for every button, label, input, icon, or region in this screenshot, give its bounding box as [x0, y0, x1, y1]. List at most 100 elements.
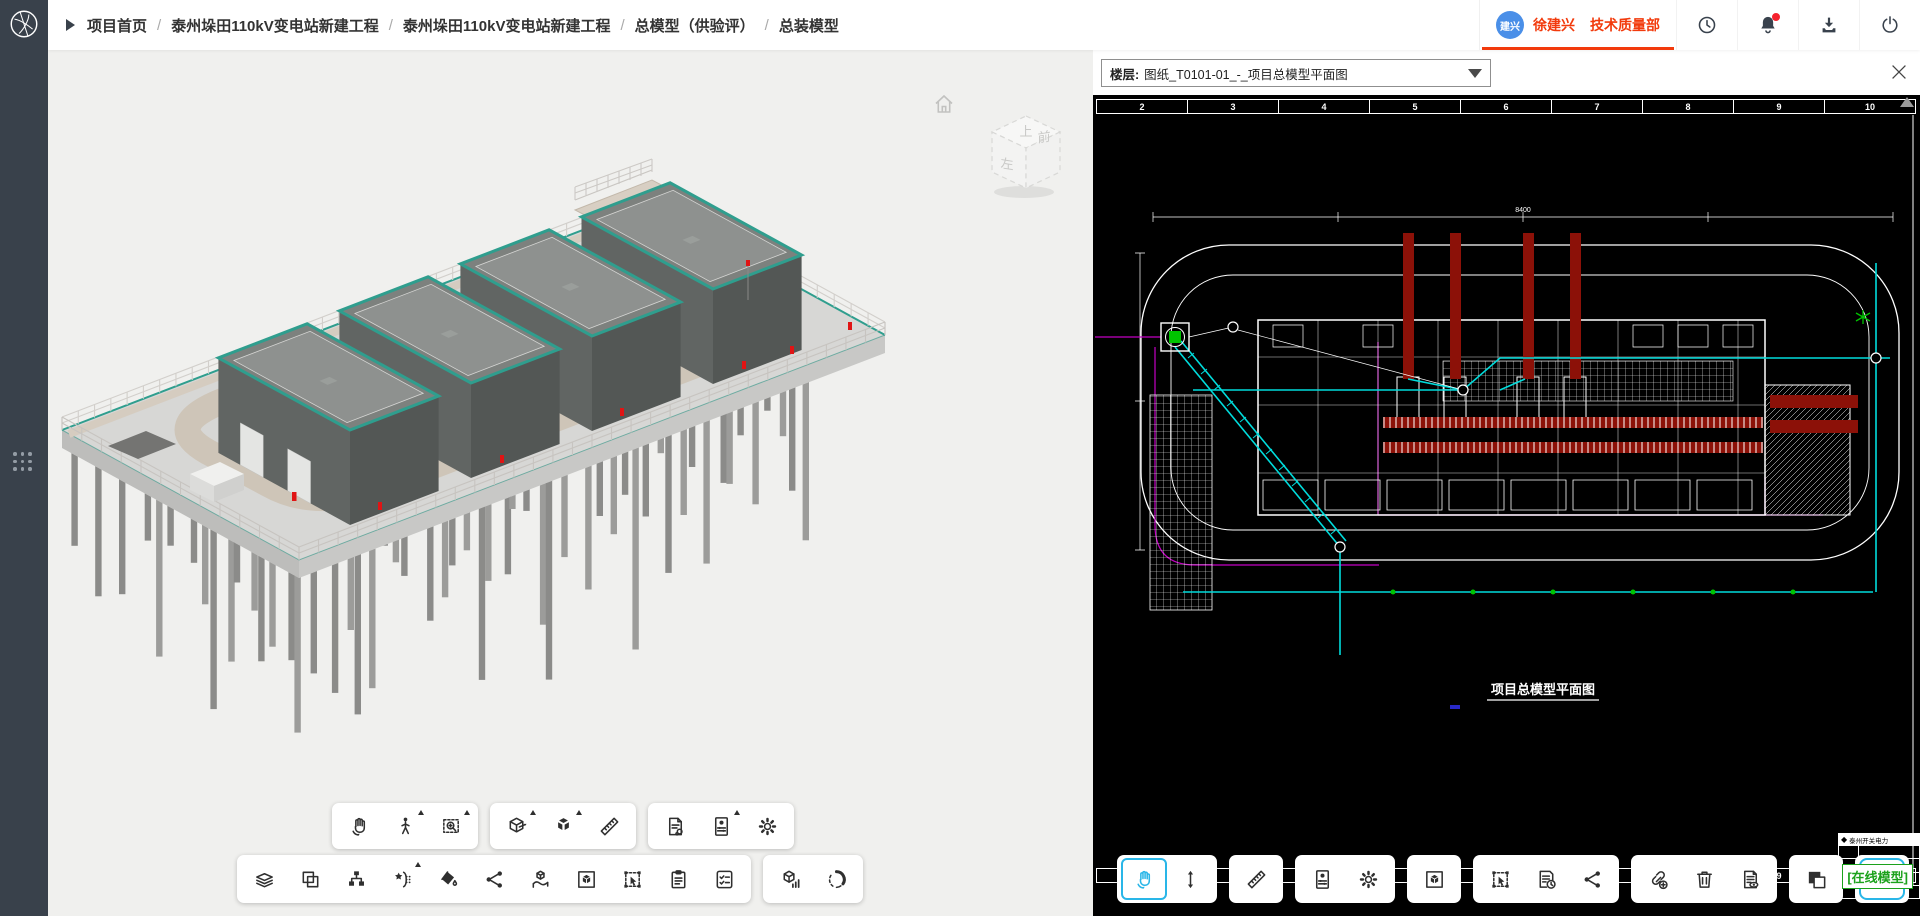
notification-badge: [1772, 13, 1780, 21]
display-settings-button[interactable]: [1299, 858, 1345, 900]
model-stats-button[interactable]: [767, 858, 813, 900]
share-nodes-button[interactable]: [471, 858, 517, 900]
user-name: 徐建兴: [1533, 15, 1575, 35]
breadcrumb-item[interactable]: 总模型（供验评）: [635, 15, 755, 36]
link-add-button[interactable]: [1635, 858, 1681, 900]
breadcrumb-separator: /: [620, 17, 624, 34]
delete-trash-button[interactable]: [1681, 858, 1727, 900]
3d-model-canvas[interactable]: [48, 50, 1093, 916]
overlap-squares-button[interactable]: [287, 858, 333, 900]
section-box-button[interactable]: [494, 806, 540, 846]
grid-number-cell: 7: [1551, 99, 1643, 114]
history-clock-icon[interactable]: [1676, 0, 1737, 50]
user-department: 技术质量部: [1590, 15, 1660, 35]
floor-select-dropdown[interactable]: 楼层: 图纸_T0101-01_-_项目总模型平面图: [1101, 59, 1491, 87]
doc-preview-button[interactable]: [1727, 858, 1773, 900]
view-cube[interactable]: 上 左 前: [978, 108, 1074, 204]
svg-text:上: 上: [1019, 124, 1032, 139]
caret-up-icon: [415, 862, 421, 867]
toolbar-group: [1295, 855, 1395, 903]
pan-hand-button[interactable]: [336, 806, 382, 846]
online-model-label: [在线模型]: [1842, 864, 1913, 889]
select-region-button[interactable]: [1477, 858, 1523, 900]
avatar: 建兴: [1496, 11, 1524, 39]
toolbar-group: [1407, 855, 1461, 903]
power-icon[interactable]: [1859, 0, 1920, 50]
issue-clipboard-button[interactable]: [655, 858, 701, 900]
settings-gear-button[interactable]: [744, 806, 790, 846]
grid-number-cell: 2: [1096, 99, 1188, 114]
appearance-star-button[interactable]: [379, 858, 425, 900]
grid-number-cell: 9: [1733, 99, 1825, 114]
svg-text:左: 左: [1000, 156, 1013, 173]
axon-cube-button[interactable]: [540, 806, 586, 846]
toolbar-group: [237, 855, 751, 903]
caret-up-icon: [576, 810, 582, 815]
checklist-form-button[interactable]: [701, 858, 747, 900]
measure-ruler-button[interactable]: [1233, 858, 1279, 900]
structure-tree-button[interactable]: [333, 858, 379, 900]
home-view-icon[interactable]: [932, 92, 956, 116]
share-nodes-button[interactable]: [1569, 858, 1615, 900]
toolbar-group: [490, 803, 636, 849]
3d-toolbar-secondary: [237, 855, 863, 903]
caret-up-icon: [418, 810, 424, 815]
grid-number-cell: 6: [1460, 99, 1552, 114]
user-block[interactable]: 建兴 徐建兴 技术质量部: [1479, 0, 1676, 50]
chevron-down-icon: [1468, 69, 1482, 78]
cad-panel-header: 楼层: 图纸_T0101-01_-_项目总模型平面图: [1093, 50, 1920, 95]
model-layers-button[interactable]: [241, 858, 287, 900]
boxed-model-button[interactable]: [563, 858, 609, 900]
compare-overlap-button[interactable]: [1793, 858, 1839, 900]
doc-history-button[interactable]: [1523, 858, 1569, 900]
caret-up-icon: [734, 810, 740, 815]
app-logo-icon[interactable]: [7, 7, 41, 41]
svg-text:前: 前: [1037, 128, 1050, 146]
boxed-model-button[interactable]: [1411, 858, 1457, 900]
breadcrumb-separator: /: [157, 17, 161, 34]
display-settings-button[interactable]: [698, 806, 744, 846]
settings-gear-button[interactable]: [1345, 858, 1391, 900]
measure-ruler-button[interactable]: [586, 806, 632, 846]
breadcrumb-item[interactable]: 泰州垛田110kV变电站新建工程: [403, 15, 611, 36]
pan-hand-button[interactable]: [1121, 858, 1167, 900]
zoom-window-button[interactable]: [428, 806, 474, 846]
cad-panel: 楼层: 图纸_T0101-01_-_项目总模型平面图 2345678910: [1093, 50, 1920, 916]
toolbar-group: [648, 803, 794, 849]
cad-drawing-canvas[interactable]: 8400: [1093, 95, 1920, 916]
topbar-actions: 建兴 徐建兴 技术质量部: [1479, 0, 1920, 50]
grid-number-cell: 5: [1369, 99, 1461, 114]
grid-number-cell: 3: [1187, 99, 1279, 114]
toolbar-group: [1117, 855, 1217, 903]
notification-bell-icon[interactable]: [1737, 0, 1798, 50]
apps-grid-icon[interactable]: [13, 452, 32, 471]
select-region-button[interactable]: [609, 858, 655, 900]
app-sidebar: [0, 0, 48, 916]
cad-drawing-title: 项目总模型平面图: [1491, 682, 1595, 697]
markup-doc-button[interactable]: [652, 806, 698, 846]
hold-model-button[interactable]: [517, 858, 563, 900]
top-bar: 项目首页 / 泰州垛田110kV变电站新建工程 / 泰州垛田110kV变电站新建工程 / 总…: [48, 0, 1920, 50]
download-icon[interactable]: [1798, 0, 1859, 50]
scroll-up-icon[interactable]: [1900, 97, 1914, 107]
paint-pour-button[interactable]: [425, 858, 471, 900]
toolbar-group: [332, 803, 478, 849]
floor-select-label: 楼层:: [1110, 64, 1139, 83]
cad-grid-strip-top: 2345678910: [1097, 99, 1916, 114]
breadcrumb-item[interactable]: 泰州垛田110kV变电站新建工程: [171, 15, 379, 36]
close-icon[interactable]: [1888, 61, 1910, 83]
cad-drawing-area: 2345678910 8400: [1093, 95, 1920, 916]
toolbar-group: [1789, 855, 1843, 903]
progress-ring-button[interactable]: [813, 858, 859, 900]
level-updown-button[interactable]: [1167, 858, 1213, 900]
walk-person-button[interactable]: [382, 806, 428, 846]
breadcrumb-separator: /: [765, 17, 769, 34]
titleblock-logo-icon: ◆: [1841, 835, 1847, 844]
grid-number-cell: 4: [1278, 99, 1370, 114]
floor-select-value: 图纸_T0101-01_-_项目总模型平面图: [1144, 64, 1348, 83]
breadcrumb-item[interactable]: 项目首页: [87, 15, 147, 36]
3d-viewport: 上 左 前: [48, 50, 1093, 916]
svg-text:8400: 8400: [1515, 207, 1531, 214]
breadcrumb-item[interactable]: 总装模型: [779, 15, 839, 36]
titleblock-company: 泰州开关电力: [1849, 835, 1888, 845]
